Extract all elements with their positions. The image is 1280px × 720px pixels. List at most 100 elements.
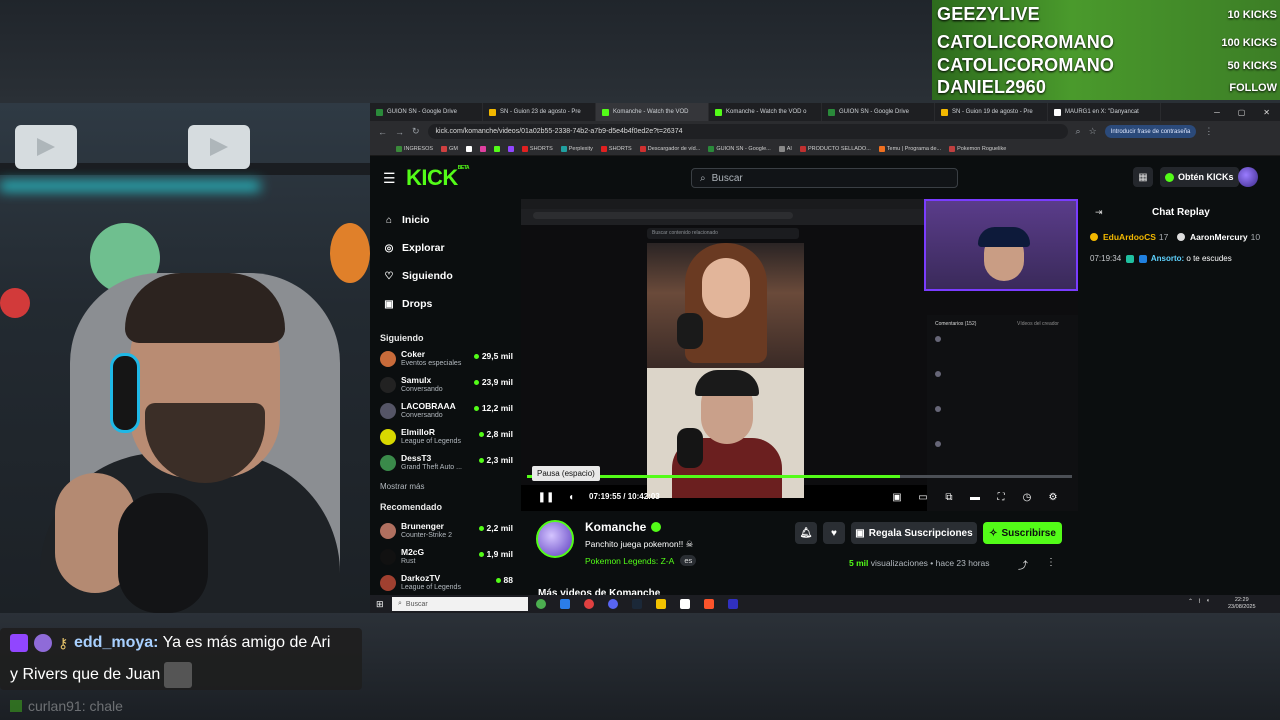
bookmark[interactable]	[507, 145, 514, 152]
settings-icon[interactable]: ⚙	[1047, 491, 1059, 503]
user-icon	[34, 634, 52, 652]
star-icon[interactable]: ☆	[1089, 126, 1097, 137]
video-player[interactable]: Buscar contenido relacionado Comentarios…	[521, 199, 1078, 511]
sidebar-channel[interactable]: DessT3 Grand Theft Auto ... 2,3 mil	[380, 453, 513, 477]
windows-taskbar: ⊞ ⌕ Buscar ⌃ ⌇ ◖ 22:29 23/08/2025	[370, 595, 1280, 613]
volume-icon[interactable]: ◖	[565, 491, 577, 503]
bookmark[interactable]	[465, 145, 472, 152]
bookmark[interactable]: SHORTS	[600, 145, 632, 152]
network-icon[interactable]: ⌇	[1198, 598, 1201, 605]
taskbar-clock[interactable]: 22:29 23/08/2025	[1228, 597, 1256, 611]
channel-title[interactable]: Komanche	[585, 520, 662, 534]
bookmark[interactable]: Pokemon Roguelike	[949, 145, 1006, 152]
bookmark[interactable]: AI	[778, 145, 792, 152]
category-link[interactable]: Pokemon Legends: Z-A	[585, 556, 674, 566]
reload-icon[interactable]: ↻	[412, 126, 420, 137]
channel-avatar[interactable]	[536, 520, 574, 558]
nav-item-explorar[interactable]: ◎ Explorar	[384, 242, 445, 254]
fullscreen-icon[interactable]: ⛶	[995, 491, 1007, 503]
bookmark[interactable]: GM	[441, 145, 458, 152]
sidebar-channel[interactable]: ElmilloR League of Legends 2,8 mil	[380, 427, 513, 451]
bookmark[interactable]: Temu | Programa de...	[878, 145, 941, 152]
kick-logo[interactable]: KICKBETA	[406, 165, 470, 191]
browser-tab[interactable]: Komanche - Watch the VOD o	[709, 103, 822, 121]
sidebar-channel[interactable]: Coker Eventos especiales 29,5 mil	[380, 349, 513, 373]
comment	[935, 370, 1071, 392]
url-field[interactable]: kick.com/komanche/videos/01a02b55-2338-7…	[427, 124, 1068, 139]
bookmark[interactable]	[479, 145, 486, 152]
captions-icon[interactable]: ▬	[969, 491, 981, 503]
show-more-link[interactable]: Mostrar más	[380, 482, 424, 491]
nav-item-drops[interactable]: ▣ Drops	[384, 298, 432, 310]
steam-icon[interactable]	[632, 599, 642, 609]
collapse-chat-icon[interactable]: ⇥	[1095, 207, 1103, 218]
gift-subs-button[interactable]: ▣ Regala Suscripciones	[851, 522, 977, 544]
chevron-up-icon[interactable]: ⌃	[1188, 598, 1193, 605]
video-time: 07:19:55 / 10:42:03	[589, 492, 660, 501]
chrome-icon[interactable]	[584, 599, 594, 609]
browser-tab[interactable]: MAURG1 en X: "Danyancat	[1048, 103, 1161, 121]
more-options-icon[interactable]: ⋮	[1046, 557, 1056, 568]
taskbar-search-label: Buscar	[405, 600, 428, 608]
bookmark[interactable]: PRODUCTO SELLADO...	[799, 145, 871, 152]
search-input[interactable]: ⌕ Buscar	[691, 168, 958, 188]
video-progress-bar[interactable]	[527, 475, 1072, 478]
channel-category: Grand Theft Auto ...	[401, 464, 462, 471]
theater-icon[interactable]: ▭	[917, 491, 929, 503]
following-header: Siguiendo	[380, 333, 424, 343]
browser-tab[interactable]: SN - Guion 23 de agosto - Pre	[483, 103, 596, 121]
clip-icon[interactable]: ▣	[891, 491, 903, 503]
edge-icon[interactable]	[560, 599, 570, 609]
bookmark[interactable]: SHORTS	[521, 145, 553, 152]
back-icon[interactable]: ←	[378, 127, 387, 137]
follow-button[interactable]: ♥	[823, 522, 845, 544]
discord-icon[interactable]	[608, 599, 618, 609]
volume-icon[interactable]: ◖	[1206, 598, 1210, 605]
zoom-icon[interactable]: ⌕	[1076, 126, 1081, 137]
brave-icon[interactable]	[704, 599, 714, 609]
bookmark[interactable]: GUION SN - Google...	[708, 145, 771, 152]
hamburger-icon[interactable]: ☰	[383, 170, 396, 187]
share-icon[interactable]: ⤴	[1018, 557, 1028, 572]
layout-icon[interactable]: ▦	[1133, 167, 1153, 187]
folder-icon[interactable]	[656, 599, 666, 609]
sidebar-channel[interactable]: Samulx Conversando 23,9 mil	[380, 375, 513, 399]
browser-tab[interactable]: GUION SN - Google Drive	[822, 103, 935, 121]
browser-tab[interactable]: GUION SN - Google Drive	[370, 103, 483, 121]
bookmark[interactable]: INGRESOS	[396, 145, 433, 152]
sidebar-channel[interactable]: Brunenger Counter-Strike 2 2,2 mil	[380, 521, 513, 545]
gift-icon: ▣	[384, 298, 394, 310]
live-dot-icon	[478, 525, 484, 531]
subscribe-button[interactable]: ✧ Suscribirse	[983, 522, 1062, 544]
app-icon[interactable]	[728, 599, 738, 609]
maximize-icon[interactable]: ▢	[1238, 108, 1246, 117]
bookmark[interactable]	[493, 145, 500, 152]
notifications-button[interactable]: 🔔︎	[795, 522, 817, 544]
speed-icon[interactable]: ◷	[1021, 491, 1033, 503]
sidebar-channel[interactable]: DarkozTV League of Legends 88	[380, 573, 513, 597]
forward-icon[interactable]: →	[395, 127, 404, 137]
sidebar-channel[interactable]: M2cG Rust 1,9 mil	[380, 547, 513, 571]
pip-icon[interactable]: ⧉	[943, 491, 955, 503]
tab-label: Komanche - Watch the VOD o	[726, 109, 807, 115]
get-kicks-button[interactable]: Obtén KICKs	[1160, 167, 1239, 187]
notepad-icon[interactable]	[680, 599, 690, 609]
language-tag[interactable]: es	[680, 555, 697, 566]
bookmark[interactable]: Descargador de víd...	[639, 145, 700, 152]
bookmark[interactable]: Perplexity	[560, 145, 593, 152]
windows-start-icon[interactable]: ⊞	[376, 599, 384, 610]
browser-tab[interactable]: SN - Guion 19 de agosto - Pre	[935, 103, 1048, 121]
chrome-icon[interactable]	[536, 599, 546, 609]
browser-tab-active[interactable]: Komanche - Watch the VOD	[596, 103, 709, 121]
minimize-icon[interactable]: ─	[1214, 108, 1220, 117]
live-dot-icon	[473, 405, 479, 411]
menu-icon[interactable]: ⋮	[1204, 126, 1213, 137]
close-icon[interactable]: ✕	[1263, 108, 1270, 117]
nav-item-siguiendo[interactable]: ♡ Siguiendo	[384, 270, 453, 282]
nav-item-inicio[interactable]: ⌂ Inicio	[384, 214, 429, 226]
taskbar-search[interactable]: ⌕ Buscar	[392, 597, 528, 611]
password-button[interactable]: Introducir frase de contraseña	[1104, 125, 1197, 138]
pause-icon[interactable]: ❚❚	[538, 491, 555, 503]
profile-avatar[interactable]	[1238, 167, 1258, 187]
sidebar-channel[interactable]: LACOBRAAA Conversando 12,2 mil	[380, 401, 513, 425]
